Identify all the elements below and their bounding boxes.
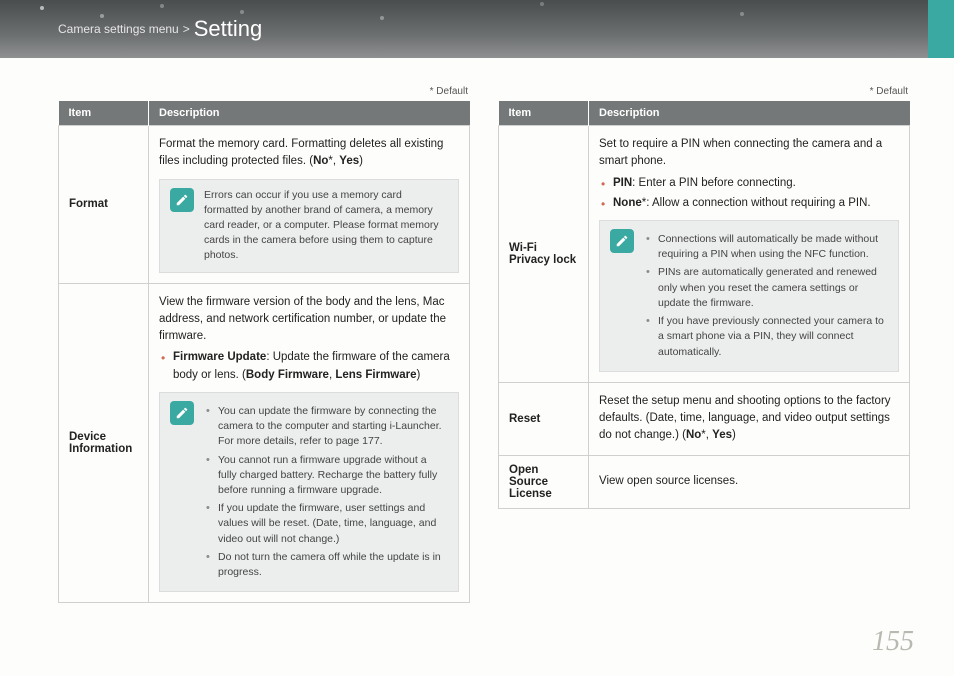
breadcrumb-sep: > bbox=[183, 22, 190, 36]
desc-wifi: Set to require a PIN when connecting the… bbox=[589, 126, 910, 383]
row-format: Format Format the memory card. Formattin… bbox=[59, 126, 470, 284]
default-note-right: * Default bbox=[498, 86, 910, 97]
row-reset: Reset Reset the setup menu and shooting … bbox=[499, 382, 910, 455]
pencil-icon bbox=[170, 401, 194, 425]
note-wifi: Connections will automatically be made w… bbox=[599, 220, 899, 372]
page-header: Camera settings menu > Setting bbox=[0, 0, 954, 58]
item-format: Format bbox=[59, 126, 149, 284]
wifi-pin-bullet: PIN: Enter a PIN before connecting. bbox=[601, 175, 899, 192]
row-open-source: Open Source License View open source lic… bbox=[499, 455, 910, 508]
pencil-icon bbox=[170, 188, 194, 212]
desc-device-info: View the firmware version of the body an… bbox=[149, 283, 470, 603]
wifi-intro: Set to require a PIN when connecting the… bbox=[599, 136, 899, 171]
wifi-note-2: PINs are automatically generated and ren… bbox=[646, 265, 888, 311]
item-device-info: Device Information bbox=[59, 283, 149, 603]
device-intro: View the firmware version of the body an… bbox=[159, 294, 459, 346]
settings-table-left: Item Description Format Format the memor… bbox=[58, 101, 470, 603]
desc-reset: Reset the setup menu and shooting option… bbox=[589, 382, 910, 455]
wifi-note-3: If you have previously connected your ca… bbox=[646, 314, 888, 360]
format-intro: Format the memory card. Formatting delet… bbox=[159, 138, 443, 167]
right-column: * Default Item Description Wi-Fi Privacy… bbox=[498, 86, 910, 603]
note-format-text: Errors can occur if you use a memory car… bbox=[204, 188, 448, 264]
left-column: * Default Item Description Format Format… bbox=[58, 86, 470, 603]
pencil-icon bbox=[610, 229, 634, 253]
default-note-left: * Default bbox=[58, 86, 470, 97]
content-area: * Default Item Description Format Format… bbox=[0, 58, 954, 603]
settings-table-right: Item Description Wi-Fi Privacy lock Set … bbox=[498, 101, 910, 509]
item-wifi: Wi-Fi Privacy lock bbox=[499, 126, 589, 383]
wifi-none-bullet: None*: Allow a connection without requir… bbox=[601, 195, 899, 212]
header-accent bbox=[928, 0, 954, 58]
page-number: 155 bbox=[872, 626, 914, 658]
th-desc: Description bbox=[589, 101, 910, 126]
device-note-4: Do not turn the camera off while the upd… bbox=[206, 550, 448, 580]
row-wifi-privacy: Wi-Fi Privacy lock Set to require a PIN … bbox=[499, 126, 910, 383]
note-device: You can update the firmware by connectin… bbox=[159, 392, 459, 592]
firmware-update-bullet: Firmware Update: Update the firmware of … bbox=[161, 349, 459, 384]
breadcrumb-title: Setting bbox=[194, 16, 263, 42]
breadcrumb-category: Camera settings menu bbox=[58, 22, 179, 36]
note-format: Errors can occur if you use a memory car… bbox=[159, 179, 459, 273]
device-note-2: You cannot run a firmware upgrade withou… bbox=[206, 453, 448, 499]
desc-format: Format the memory card. Formatting delet… bbox=[149, 126, 470, 284]
item-osl: Open Source License bbox=[499, 455, 589, 508]
item-reset: Reset bbox=[499, 382, 589, 455]
wifi-note-1: Connections will automatically be made w… bbox=[646, 232, 888, 262]
device-note-1: You can update the firmware by connectin… bbox=[206, 404, 448, 450]
desc-osl: View open source licenses. bbox=[589, 455, 910, 508]
th-item: Item bbox=[59, 101, 149, 126]
row-device-info: Device Information View the firmware ver… bbox=[59, 283, 470, 603]
th-item: Item bbox=[499, 101, 589, 126]
th-desc: Description bbox=[149, 101, 470, 126]
device-note-3: If you update the firmware, user setting… bbox=[206, 501, 448, 547]
